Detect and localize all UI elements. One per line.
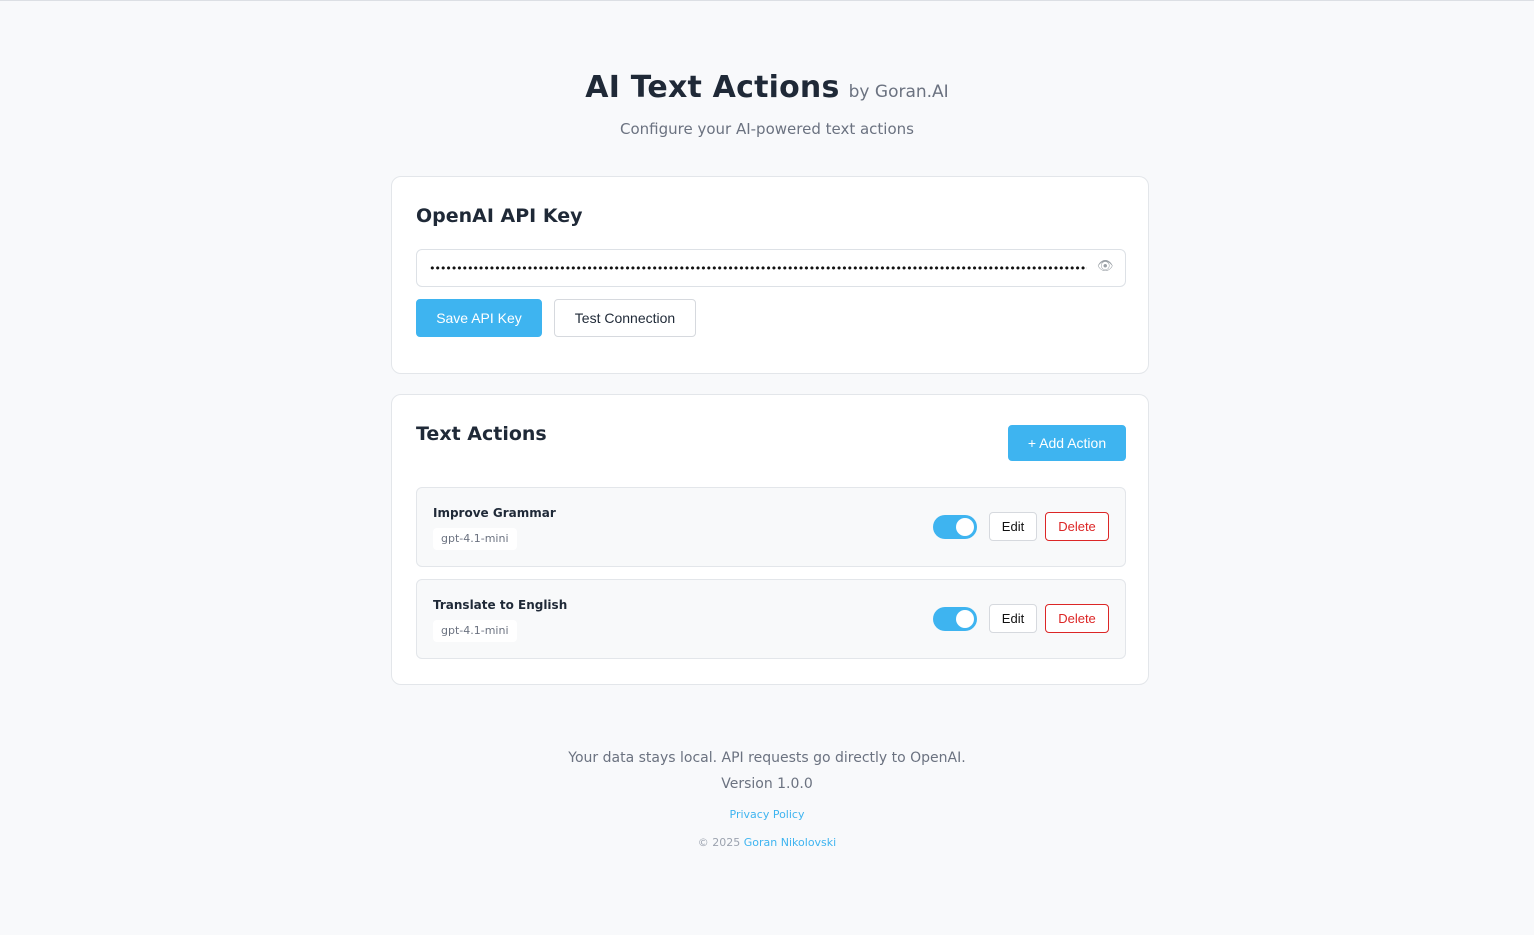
text-actions-card-title: Text Actions [416,423,547,445]
action-name: Translate to English [433,598,568,612]
enable-toggle[interactable] [933,607,977,631]
byline: by Goran.AI [848,82,949,102]
edit-button[interactable]: Edit [989,512,1037,541]
delete-button[interactable]: Delete [1045,512,1109,541]
privacy-policy-link[interactable]: Privacy Policy [730,805,805,825]
action-item: Improve Grammar gpt-4.1-mini Edit Delete [416,487,1126,567]
action-item: Translate to English gpt-4.1-mini Edit D… [416,579,1126,659]
page-footer: Your data stays local. API requests go d… [0,745,1534,853]
toggle-knob [956,518,974,536]
api-key-input[interactable] [417,250,1087,286]
enable-toggle[interactable] [933,515,977,539]
model-badge: gpt-4.1-mini [433,620,517,642]
copyright-prefix: © 2025 [697,836,741,849]
title-row: AI Text Actions by Goran.AI [0,64,1534,112]
text-actions-card: Text Actions + Add Action Improve Gramma… [391,394,1149,685]
delete-button[interactable]: Delete [1045,604,1109,633]
top-border [0,0,1534,1]
eye-icon[interactable]: 👁 [1097,259,1114,275]
version-text: Version 1.0.0 [721,776,813,792]
save-api-key-button[interactable]: Save API Key [416,299,542,337]
model-badge: gpt-4.1-mini [433,528,517,550]
action-name: Improve Grammar [433,506,556,520]
copyright: © 2025 Goran Nikolovski [0,833,1534,853]
page-subtitle: Configure your AI-powered text actions [620,120,914,138]
page-title: AI Text Actions [585,70,840,105]
api-key-card-title: OpenAI API Key [416,205,583,227]
add-action-button[interactable]: + Add Action [1008,425,1126,461]
edit-button[interactable]: Edit [989,604,1037,633]
test-connection-button[interactable]: Test Connection [554,299,696,337]
page-header: AI Text Actions by Goran.AI Configure yo… [0,64,1534,138]
privacy-note: Your data stays local. API requests go d… [568,750,966,766]
author-link[interactable]: Goran Nikolovski [744,836,836,849]
api-key-card: OpenAI API Key 👁 Save API Key Test Conne… [391,176,1149,374]
api-key-field: 👁 [416,249,1126,287]
toggle-knob [956,610,974,628]
